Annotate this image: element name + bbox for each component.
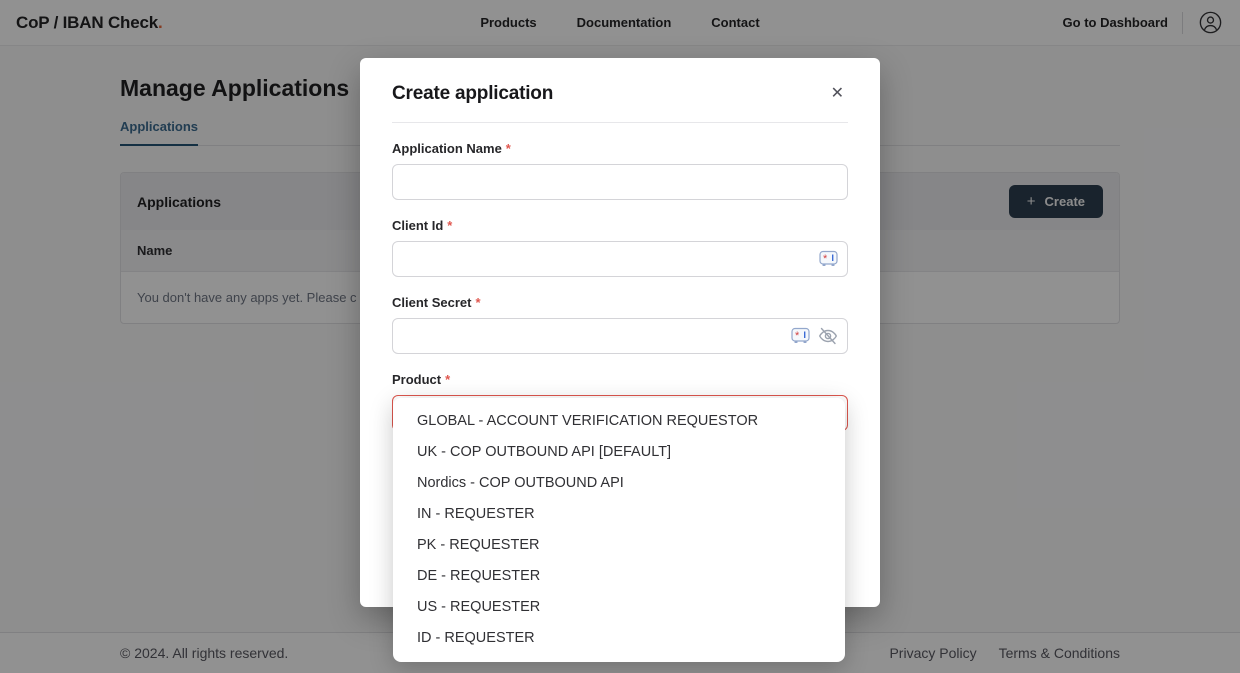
- label-text: Client Secret: [392, 295, 471, 310]
- client-id-label: Client Id *: [392, 218, 848, 233]
- label-text: Application Name: [392, 141, 502, 156]
- modal-title: Create application: [392, 83, 553, 105]
- application-name-field: [392, 164, 848, 200]
- product-label: Product *: [392, 372, 848, 387]
- autofill-key-icon[interactable]: *: [791, 328, 810, 345]
- client-id-input[interactable]: [392, 241, 848, 277]
- label-text: Client Id: [392, 218, 443, 233]
- required-asterisk: *: [506, 141, 511, 156]
- svg-text:*: *: [823, 253, 828, 265]
- application-name-input[interactable]: [392, 164, 848, 200]
- option-id-requester[interactable]: ID - REQUESTER: [393, 623, 845, 654]
- option-de-requester[interactable]: DE - REQUESTER: [393, 561, 845, 592]
- application-name-label: Application Name *: [392, 141, 848, 156]
- product-dropdown-list: GLOBAL - ACCOUNT VERIFICATION REQUESTOR …: [393, 398, 845, 662]
- label-text: Product: [392, 372, 441, 387]
- option-uk-cop-outbound-api-default[interactable]: UK - COP OUTBOUND API [DEFAULT]: [393, 437, 845, 468]
- option-pk-requester[interactable]: PK - REQUESTER: [393, 530, 845, 561]
- required-asterisk: *: [475, 295, 480, 310]
- option-nordics-cop-outbound-api[interactable]: Nordics - COP OUTBOUND API: [393, 468, 845, 499]
- eye-off-icon[interactable]: [818, 326, 838, 346]
- autofill-key-icon[interactable]: *: [819, 251, 838, 268]
- option-in-requester[interactable]: IN - REQUESTER: [393, 499, 845, 530]
- client-id-field: *: [392, 241, 848, 277]
- client-secret-input[interactable]: [392, 318, 848, 354]
- close-icon[interactable]: ✕: [827, 82, 848, 106]
- option-global-account-verification-requestor[interactable]: GLOBAL - ACCOUNT VERIFICATION REQUESTOR: [393, 406, 845, 437]
- client-secret-field: *: [392, 318, 848, 354]
- required-asterisk: *: [445, 372, 450, 387]
- svg-text:*: *: [795, 330, 800, 342]
- modal-header: Create application ✕: [392, 58, 848, 123]
- required-asterisk: *: [447, 218, 452, 233]
- option-us-requester[interactable]: US - REQUESTER: [393, 592, 845, 623]
- client-secret-label: Client Secret *: [392, 295, 848, 310]
